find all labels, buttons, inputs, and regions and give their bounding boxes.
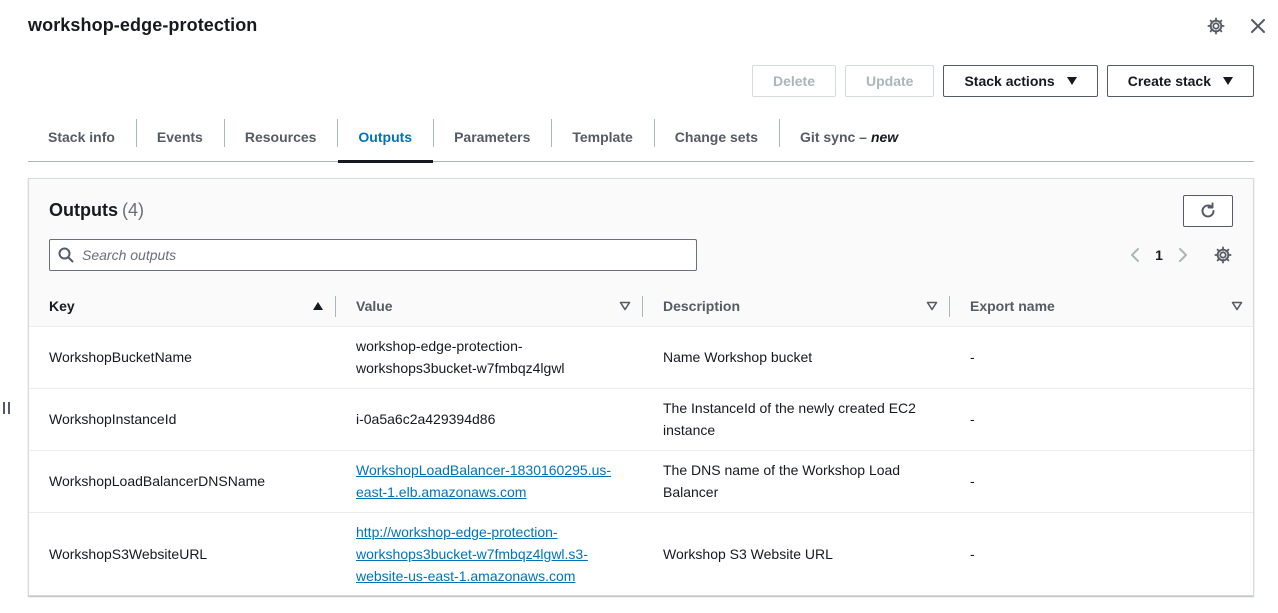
column-header-export-name[interactable]: Export name <box>950 287 1253 327</box>
output-value-link[interactable]: http://workshop-edge-protection-workshop… <box>356 524 588 584</box>
tab-parameters[interactable]: Parameters <box>433 113 551 161</box>
stack-tabs: Stack info Events Resources Outputs Para… <box>28 113 1254 163</box>
output-description: Name Workshop bucket <box>643 326 950 389</box>
chevron-left-icon[interactable] <box>1125 245 1145 265</box>
panel-controls <box>1206 16 1268 36</box>
tab-events[interactable]: Events <box>135 113 224 161</box>
table-row: WorkshopBucketName workshop-edge-protect… <box>29 326 1253 389</box>
sort-icon <box>1231 301 1243 311</box>
column-label: Export name <box>970 298 1055 315</box>
outputs-title-text: Outputs <box>49 200 118 220</box>
caret-down-icon <box>1223 77 1233 85</box>
output-key: WorkshopS3WebsiteURL <box>49 546 208 563</box>
output-value-link[interactable]: WorkshopLoadBalancer-1830160295.us-east-… <box>356 462 611 500</box>
tab-change-sets[interactable]: Change sets <box>653 113 779 161</box>
output-export-name: - <box>950 388 1253 451</box>
column-label: Description <box>663 298 741 315</box>
column-header-description[interactable]: Description <box>643 287 950 327</box>
output-key: WorkshopLoadBalancerDNSName <box>29 450 336 513</box>
outputs-panel: Outputs(4) 1 Key <box>28 178 1254 596</box>
refresh-button[interactable] <box>1183 195 1233 227</box>
tab-label: Outputs <box>358 129 413 145</box>
output-export-name: - <box>950 326 1253 389</box>
tab-resources[interactable]: Resources <box>223 113 338 161</box>
table-settings-gear-icon[interactable] <box>1213 245 1233 265</box>
gear-icon[interactable] <box>1206 16 1226 36</box>
search-icon <box>50 240 82 270</box>
output-value: http://workshop-edge-protection-workshop… <box>336 512 643 595</box>
tab-outputs[interactable]: Outputs <box>337 113 433 163</box>
chevron-right-icon[interactable] <box>1173 245 1193 265</box>
pagination: 1 <box>1125 245 1233 265</box>
close-icon[interactable] <box>1248 16 1268 36</box>
tab-label: Stack info <box>48 129 115 145</box>
sort-ascending-icon <box>313 302 323 310</box>
tab-label: Change sets <box>674 129 759 145</box>
table-row: WorkshopS3WebsiteURL http://workshop-edg… <box>29 512 1253 595</box>
delete-button[interactable]: Delete <box>751 65 836 97</box>
output-value-text: workshop-edge-protection-workshops3bucke… <box>356 338 565 376</box>
tab-template[interactable]: Template <box>551 113 653 161</box>
stack-actions-label: Stack actions <box>964 73 1055 89</box>
tab-label: Resources <box>244 129 317 145</box>
create-stack-button[interactable]: Create stack <box>1106 65 1254 97</box>
stack-action-bar: Delete Update Stack actions Create stack <box>751 65 1254 97</box>
stack-title: workshop-edge-protection <box>28 15 258 35</box>
output-value: workshop-edge-protection-workshops3bucke… <box>336 326 643 389</box>
tab-label: Git sync – <box>800 129 867 145</box>
tab-label: Events <box>156 129 203 145</box>
tab-git-sync[interactable]: Git sync – new <box>779 113 919 161</box>
sort-icon <box>619 301 631 311</box>
outputs-header: Outputs(4) 1 <box>29 179 1253 287</box>
column-header-key[interactable]: Key <box>29 287 336 327</box>
tab-label: Parameters <box>454 129 531 145</box>
column-label: Key <box>49 298 75 315</box>
column-header-value[interactable]: Value <box>336 287 643 327</box>
outputs-title: Outputs (4) <box>49 200 144 221</box>
output-export-name: - <box>950 450 1253 513</box>
output-export-name: - <box>970 546 975 563</box>
tab-stack-info[interactable]: Stack info <box>28 113 136 161</box>
update-button[interactable]: Update <box>845 65 935 97</box>
table-header-row: Key Value Description Export name <box>29 287 1253 327</box>
sort-icon <box>926 301 938 311</box>
caret-down-icon <box>1066 77 1077 85</box>
create-stack-label: Create stack <box>1127 73 1211 89</box>
output-value: i-0a5a6c2a429394d86 <box>336 388 643 451</box>
search-outputs-field[interactable] <box>49 239 697 271</box>
stack-actions-button[interactable]: Stack actions <box>943 65 1098 97</box>
search-input[interactable] <box>82 247 682 263</box>
tab-label: Template <box>572 129 633 145</box>
output-key: WorkshopInstanceId <box>29 388 336 451</box>
output-key: WorkshopBucketName <box>29 326 336 389</box>
output-value: WorkshopLoadBalancer-1830160295.us-east-… <box>336 450 643 513</box>
outputs-count: (4) <box>122 200 144 220</box>
table-row: WorkshopInstanceId i-0a5a6c2a429394d86 T… <box>29 388 1253 451</box>
drag-handle-icon[interactable] <box>3 402 10 414</box>
output-description: The InstanceId of the newly created EC2 … <box>643 388 950 451</box>
page-number[interactable]: 1 <box>1145 247 1173 263</box>
output-description: The DNS name of the Workshop Load Balanc… <box>643 450 950 513</box>
column-label: Value <box>356 298 393 315</box>
outputs-table: Key Value Description Export name Worksh… <box>29 287 1253 595</box>
table-row: WorkshopLoadBalancerDNSName WorkshopLoad… <box>29 450 1253 513</box>
refresh-icon <box>1201 202 1215 218</box>
output-description: Workshop S3 Website URL <box>663 546 833 563</box>
new-badge: new <box>870 129 899 145</box>
